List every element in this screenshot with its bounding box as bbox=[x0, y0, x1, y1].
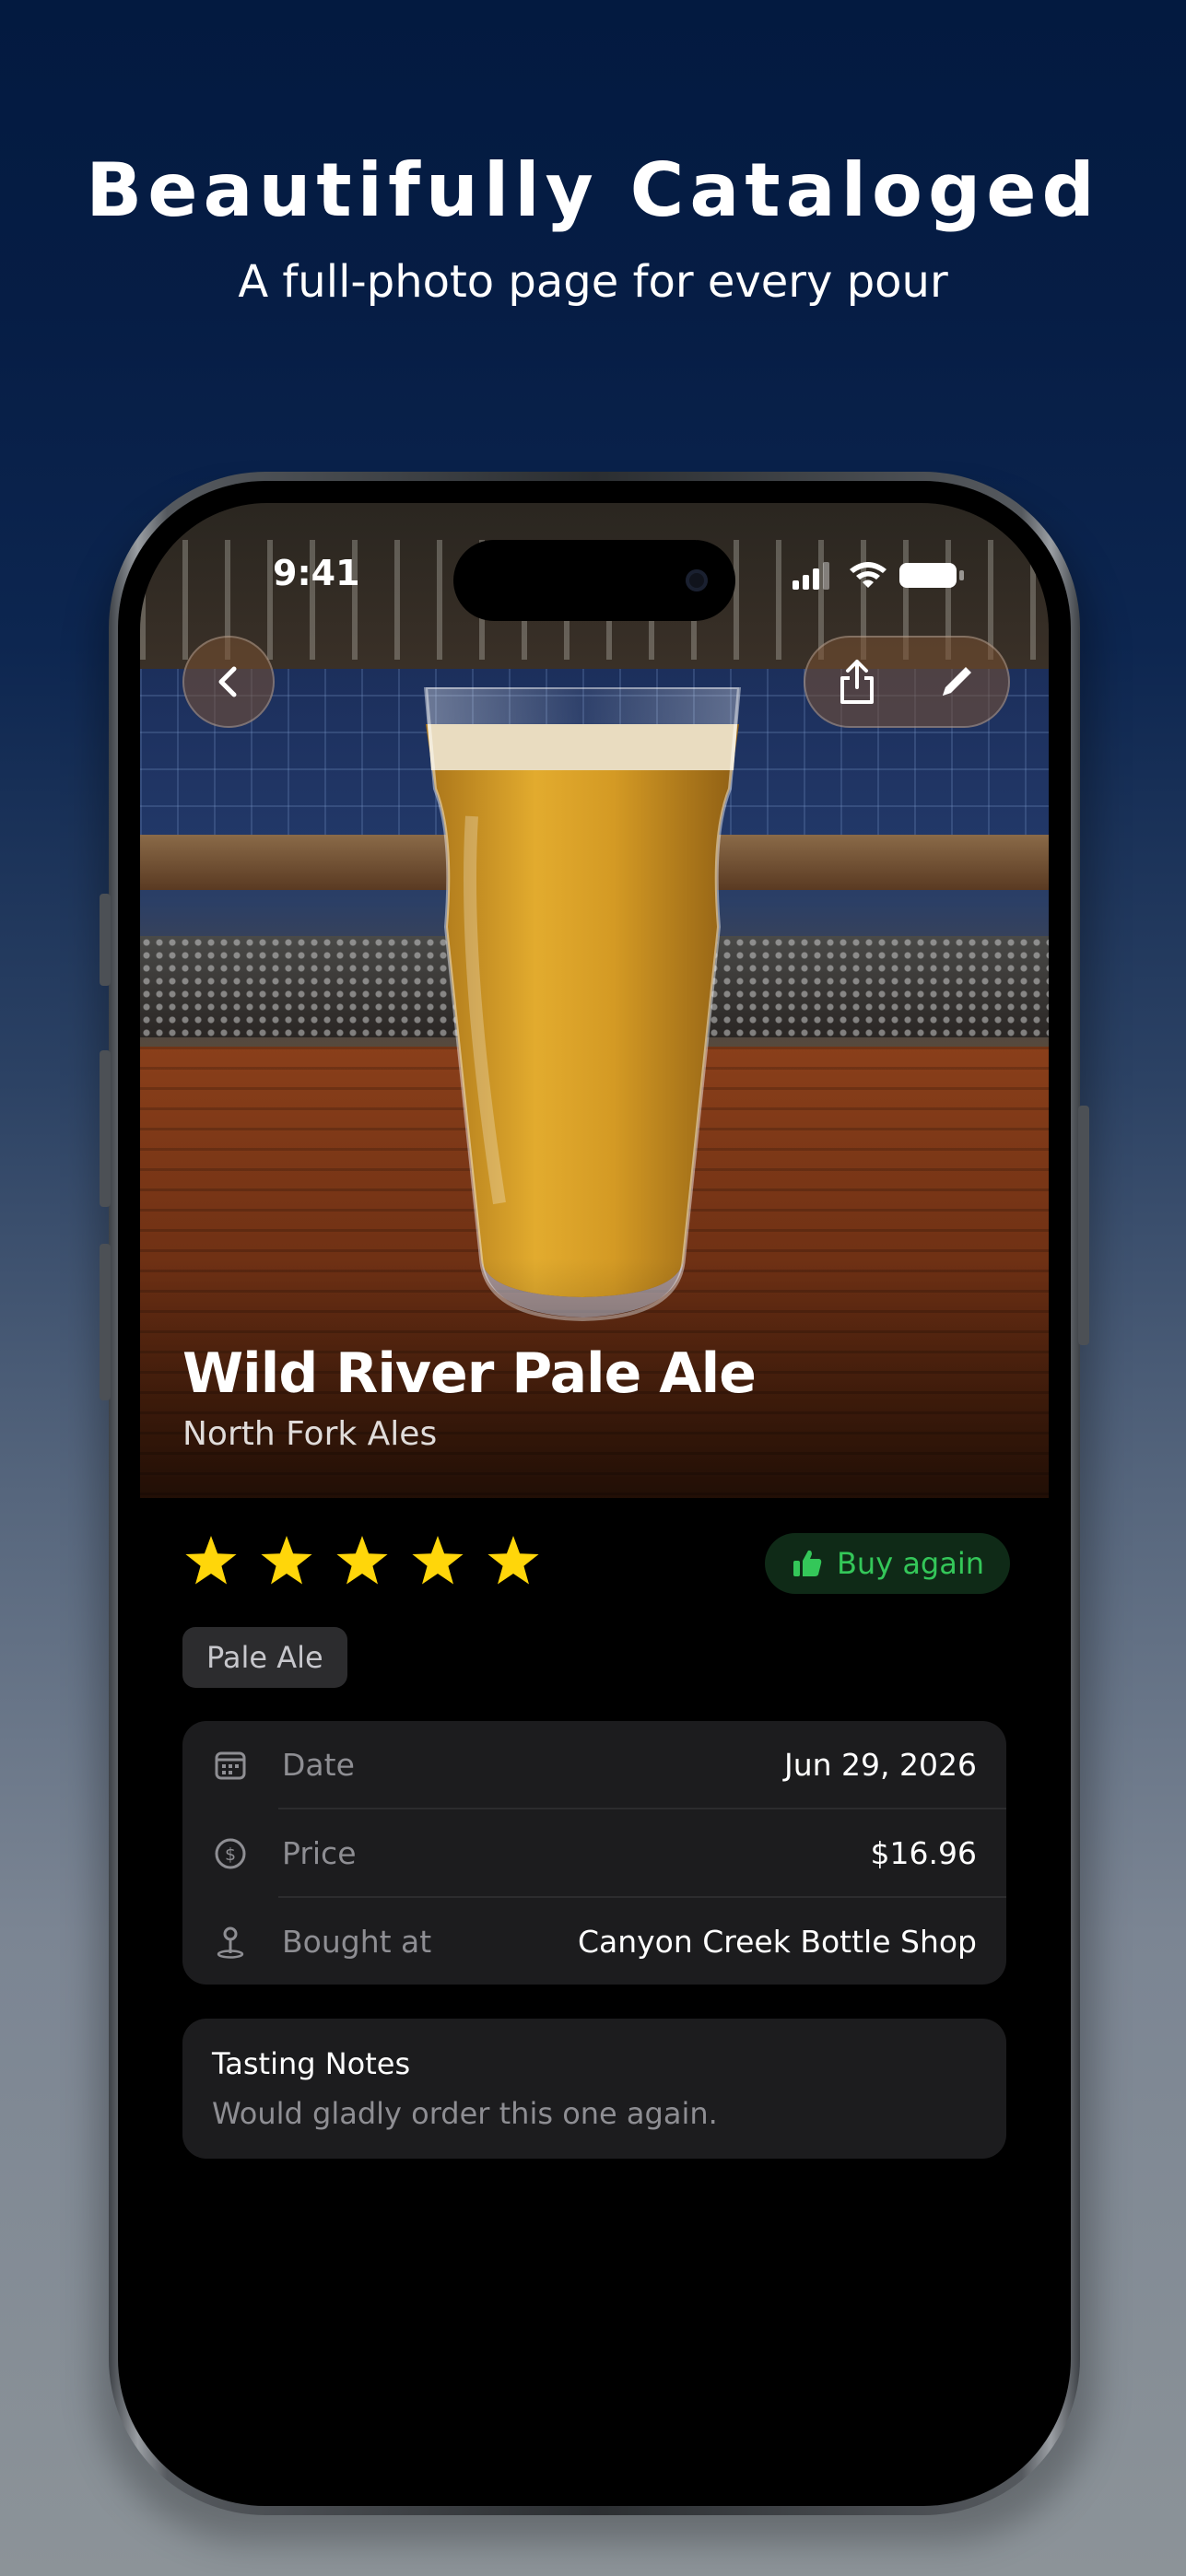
beer-name: Wild River Pale Ale bbox=[182, 1341, 757, 1406]
tasting-notes-body: Would gladly order this one again. bbox=[212, 2096, 718, 2131]
star-icon bbox=[185, 1536, 237, 1585]
tasting-notes-card: Tasting Notes Would gladly order this on… bbox=[182, 2019, 1006, 2159]
location-pin-icon bbox=[217, 1926, 244, 1959]
promo-headline: Beautifully Cataloged bbox=[86, 147, 1100, 233]
pencil-icon bbox=[943, 667, 971, 696]
share-button[interactable] bbox=[811, 636, 903, 728]
edit-button[interactable] bbox=[910, 636, 1003, 728]
star-icon bbox=[412, 1536, 464, 1585]
detail-value: Canyon Creek Bottle Shop bbox=[577, 1924, 977, 1960]
detail-row-location: Bought at Canyon Creek Bottle Shop bbox=[182, 1898, 1006, 1985]
chevron-left-icon bbox=[218, 666, 237, 697]
promo-subheadline: A full-photo page for every pour bbox=[238, 256, 948, 308]
details-card: Date Jun 29, 2026 $ Price $16.96 Bought … bbox=[182, 1721, 1006, 1985]
buy-again-label: Buy again bbox=[836, 1546, 985, 1581]
star-icon bbox=[336, 1536, 388, 1585]
back-button[interactable] bbox=[182, 636, 275, 728]
detail-label: Bought at bbox=[282, 1924, 432, 1960]
volume-up-button bbox=[100, 1050, 111, 1207]
dynamic-island bbox=[453, 540, 735, 621]
status-time: 9:41 bbox=[273, 553, 360, 593]
brewery-name: North Fork Ales bbox=[182, 1415, 438, 1453]
action-pill bbox=[804, 636, 1010, 728]
detail-label: Price bbox=[282, 1835, 357, 1871]
calendar-icon bbox=[215, 1751, 246, 1780]
volume-down-button bbox=[100, 1244, 111, 1400]
star-icon bbox=[487, 1536, 539, 1585]
detail-row-price: $ Price $16.96 bbox=[182, 1809, 1006, 1897]
thumbs-up-icon bbox=[793, 1550, 822, 1576]
wifi-icon bbox=[850, 562, 887, 588]
detail-row-date: Date Jun 29, 2026 bbox=[182, 1721, 1006, 1809]
svg-text:$: $ bbox=[225, 1844, 236, 1865]
detail-value: $16.96 bbox=[870, 1835, 977, 1871]
style-tag: Pale Ale bbox=[182, 1627, 347, 1688]
share-icon bbox=[840, 660, 874, 704]
detail-value: Jun 29, 2026 bbox=[783, 1747, 977, 1783]
power-button bbox=[1078, 1106, 1089, 1345]
star-icon bbox=[261, 1536, 312, 1585]
dollar-circle-icon: $ bbox=[215, 1838, 246, 1869]
cellular-signal-icon bbox=[793, 562, 829, 590]
tasting-notes-title: Tasting Notes bbox=[212, 2046, 411, 2081]
detail-label: Date bbox=[282, 1747, 355, 1783]
battery-icon bbox=[899, 563, 964, 588]
action-button bbox=[100, 894, 111, 986]
status-icons bbox=[793, 562, 964, 590]
app-screen: Wild River Pale Ale North Fork Ales 9:41 bbox=[140, 503, 1049, 2482]
buy-again-badge: Buy again bbox=[765, 1533, 1010, 1594]
beer-glass-image bbox=[423, 687, 742, 1322]
